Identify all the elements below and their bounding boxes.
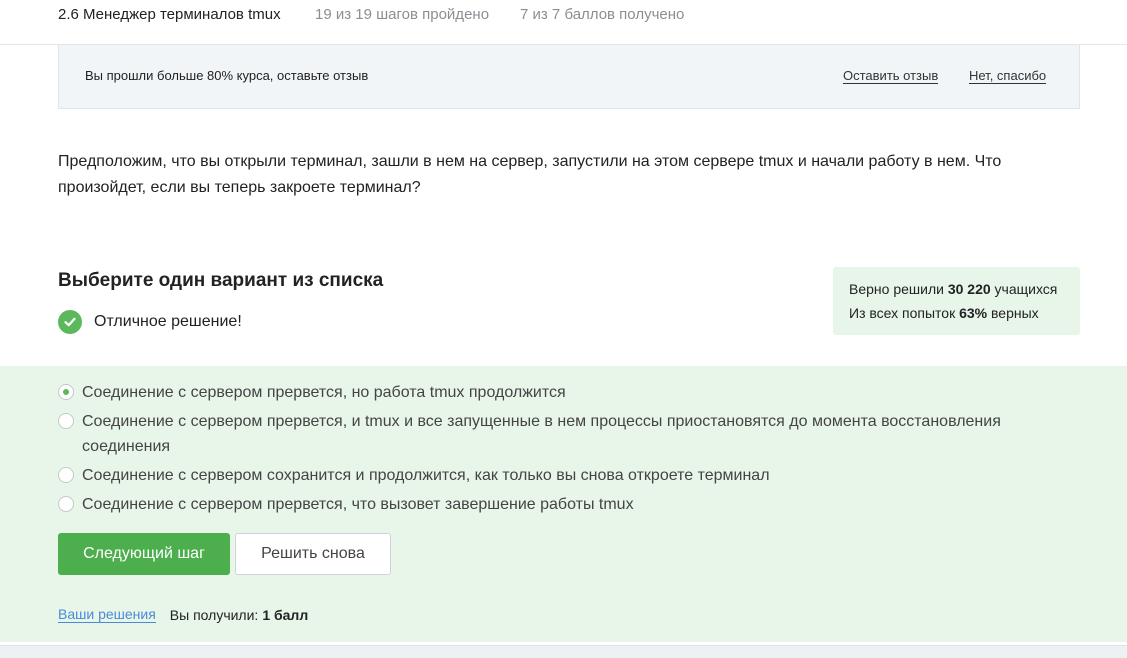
question-text: Предположим, что вы открыли терминал, за… [58, 153, 1002, 196]
your-solutions-link[interactable]: Ваши решения [58, 606, 156, 623]
answer-option[interactable]: Соединение с сервером сохранится и продо… [58, 463, 1038, 488]
answer-option[interactable]: Соединение с сервером прервется, и tmux … [58, 409, 1038, 459]
check-circle-icon [58, 310, 82, 334]
answer-option-label: Соединение с сервером сохранится и продо… [82, 467, 770, 484]
result-indicator: Отличное решение! [58, 310, 242, 334]
feedback-message: Вы прошли больше 80% курса, оставьте отз… [85, 68, 369, 83]
stats-solved-suffix: учащихся [994, 281, 1058, 297]
solve-again-button[interactable]: Решить снова [235, 533, 391, 575]
radio-button[interactable] [58, 496, 74, 512]
stats-solved-count: 30 220 [947, 281, 991, 297]
lesson-header: 2.6 Менеджер терминалов tmux 19 из 19 ша… [0, 0, 1127, 45]
solve-stats: Верно решили 30 220 учащихся Из всех поп… [833, 267, 1080, 335]
stats-attempts-line: Из всех попыток 63% верных [849, 301, 1080, 325]
radio-button[interactable] [58, 467, 74, 483]
quiz-title: Выберите один вариант из списка [58, 270, 384, 291]
answer-option-label: Соединение с сервером прервется, но рабо… [82, 384, 566, 401]
answer-option-label: Соединение с сервером прервется, и tmux … [82, 413, 1001, 455]
leave-review-link[interactable]: Оставить отзыв [843, 68, 939, 84]
lesson-title[interactable]: 2.6 Менеджер терминалов tmux [58, 6, 281, 23]
steps-progress: 19 из 19 шагов пройдено [315, 6, 490, 23]
answer-option-label: Соединение с сервером прервется, что выз… [82, 496, 634, 513]
course-feedback-banner: Вы прошли больше 80% курса, оставьте отз… [58, 45, 1080, 109]
stats-solved-prefix: Верно решили [849, 281, 944, 297]
points-progress: 7 из 7 баллов получено [520, 6, 685, 23]
stats-attempts-prefix: Из всех попыток [849, 305, 956, 321]
result-text: Отличное решение! [94, 313, 242, 330]
no-thanks-link[interactable]: Нет, спасибо [969, 68, 1047, 84]
score-row: Ваши решения Вы получили: 1 балл [58, 606, 308, 623]
received-value: 1 балл [262, 606, 309, 623]
stats-solved-line: Верно решили 30 220 учащихся [849, 277, 1080, 301]
answer-option[interactable]: Соединение с сервером прервется, что выз… [58, 492, 1038, 517]
next-step-button[interactable]: Следующий шаг [58, 533, 230, 575]
radio-button-selected[interactable] [58, 384, 74, 400]
answer-option[interactable]: Соединение с сервером прервется, но рабо… [58, 380, 1038, 405]
radio-button[interactable] [58, 413, 74, 429]
bottom-divider [0, 645, 1127, 658]
stats-attempts-percent: 63% [959, 305, 988, 321]
received-label: Вы получили: [169, 606, 259, 623]
stats-attempts-suffix: верных [991, 305, 1039, 321]
